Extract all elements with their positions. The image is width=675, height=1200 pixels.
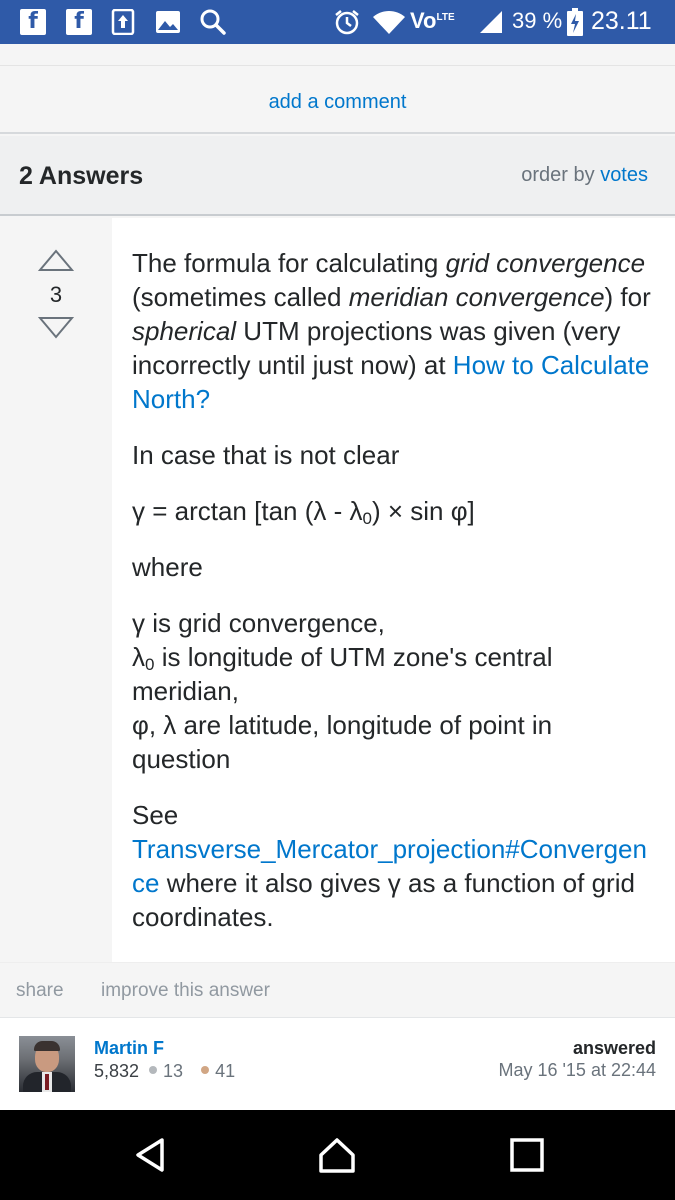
answer-actions: share improve this answer	[0, 962, 675, 1018]
answer-body: The formula for calculating grid converg…	[112, 218, 675, 962]
improve-answer-link[interactable]: improve this answer	[101, 980, 270, 1002]
order-by: order by votes	[521, 164, 648, 187]
vote-count: 3	[49, 282, 63, 307]
facebook-icon: f	[20, 9, 46, 35]
facebook-icon: f	[66, 9, 92, 35]
answer-paragraph: See Transverse_Mercator_projection#Conve…	[132, 800, 647, 932]
clock: 23.11	[591, 7, 652, 35]
share-link[interactable]: share	[16, 980, 64, 1002]
gallery-icon	[155, 9, 181, 35]
wifi-icon	[372, 9, 406, 35]
avatar[interactable]	[19, 1036, 75, 1092]
user-stats: 5,832 13 41	[94, 1061, 235, 1082]
signal-icon	[478, 9, 504, 35]
home-icon[interactable]	[317, 1135, 357, 1175]
answer-paragraph: In case that is not clear	[132, 440, 400, 470]
status-bar: f f VoLTE 39 % 23.11	[0, 0, 675, 44]
order-by-label: order by	[521, 164, 595, 186]
vote-column: 3	[0, 218, 112, 962]
user-card: Martin F 5,832 13 41 answered May 16 '15 a…	[0, 1018, 675, 1110]
alarm-icon	[333, 9, 361, 35]
definitions: γ is grid convergence, λ0 is longitude of…	[132, 608, 553, 774]
downvote-arrow-icon[interactable]	[37, 316, 75, 345]
bronze-badge-icon	[201, 1066, 210, 1074]
recents-icon[interactable]	[507, 1135, 547, 1175]
comment-divider	[0, 44, 675, 66]
answered-date: May 16 '15 at 22:44	[498, 1060, 656, 1080]
user-name-link[interactable]: Martin F	[94, 1038, 164, 1059]
reputation: 5,832	[94, 1061, 140, 1081]
add-comment-link[interactable]: add a comment	[269, 91, 407, 113]
upload-icon	[111, 9, 135, 35]
navigation-bar	[0, 1110, 675, 1200]
order-by-votes-link[interactable]: votes	[600, 164, 648, 186]
formula: γ = arctan [tan (λ - λ0) × sin φ]	[132, 496, 475, 528]
answer-paragraph: where	[132, 552, 203, 582]
answer-paragraph: The formula for calculating grid converg…	[132, 248, 651, 414]
add-comment-row: add a comment	[0, 67, 675, 134]
battery-percent: 39 %	[512, 8, 563, 33]
volte-icon: VoLTE	[410, 8, 455, 33]
answered-label: answered	[572, 1038, 656, 1058]
answers-header: 2 Answers order by votes	[0, 136, 675, 216]
upvote-arrow-icon[interactable]	[37, 248, 75, 277]
search-icon	[199, 9, 227, 35]
back-icon[interactable]	[130, 1135, 170, 1175]
silver-badge-count: 13	[163, 1061, 184, 1081]
bronze-badge-count: 41	[215, 1061, 236, 1081]
answers-count: 2 Answers	[19, 162, 144, 190]
silver-badge-icon	[149, 1066, 158, 1074]
battery-charging-icon	[567, 8, 583, 36]
